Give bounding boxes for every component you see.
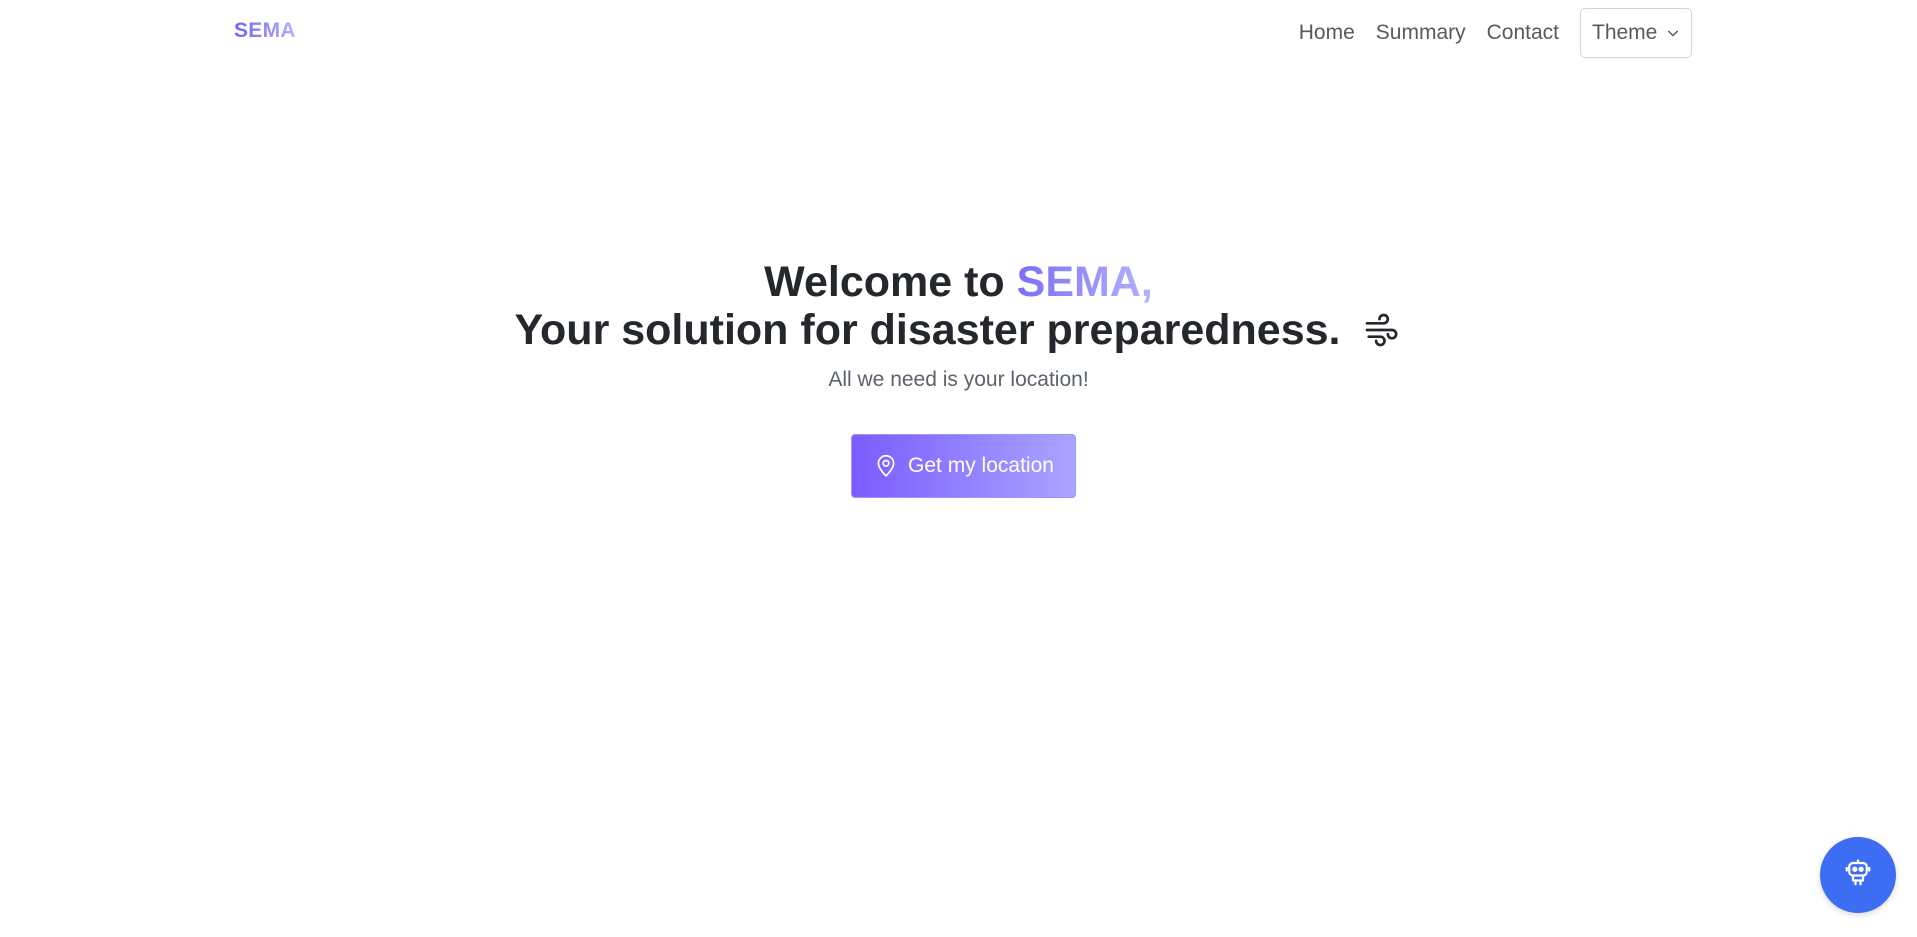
robot-icon <box>1843 858 1873 893</box>
hero-subtitle: All we need is your location! <box>828 368 1089 391</box>
chatbot-button[interactable] <box>1820 837 1896 913</box>
hero-title-prefix: Welcome to <box>764 258 1017 306</box>
get-location-label: Get my location <box>908 454 1054 477</box>
hero-title-line2: Your solution for disaster preparedness. <box>514 306 1341 354</box>
hero-section: Welcome to SEMA, Your solution for disas… <box>0 258 1917 392</box>
map-pin-icon <box>873 453 899 479</box>
nav-link-summary[interactable]: Summary <box>1376 21 1466 45</box>
nav-link-contact[interactable]: Contact <box>1487 21 1559 45</box>
brand-logo[interactable]: SEMA <box>234 19 296 43</box>
wind-icon <box>1362 310 1402 360</box>
get-location-button[interactable]: Get my location <box>851 434 1076 498</box>
theme-label: Theme <box>1592 21 1658 44</box>
top-navbar: SEMA Home Summary Contact Theme <box>0 0 1917 66</box>
hero-title: Welcome to SEMA, Your solution for disas… <box>0 258 1917 360</box>
hero-title-accent: SEMA, <box>1016 258 1153 306</box>
nav-links: Home Summary Contact Theme <box>1299 7 1692 59</box>
theme-dropdown-button[interactable]: Theme <box>1580 8 1692 58</box>
chevron-down-icon <box>1666 26 1680 40</box>
nav-link-home[interactable]: Home <box>1299 21 1355 45</box>
